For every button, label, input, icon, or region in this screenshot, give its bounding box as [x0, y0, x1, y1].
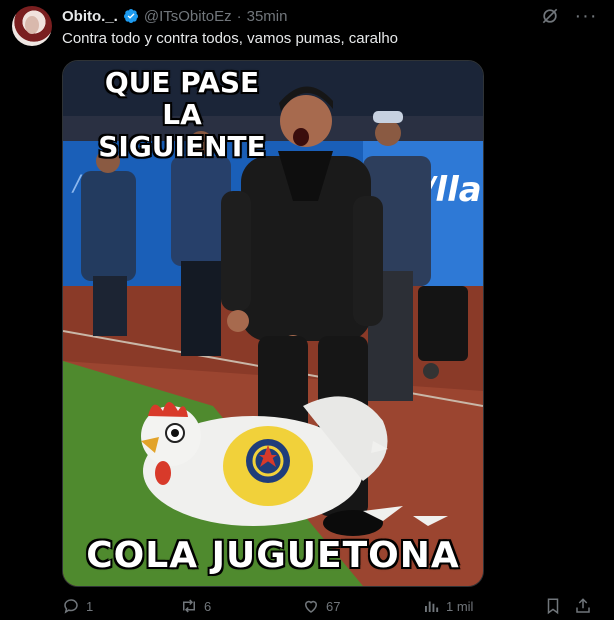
grok-icon[interactable]	[540, 6, 560, 26]
views-button[interactable]: 1 mil	[422, 597, 473, 615]
like-count: 67	[326, 598, 341, 614]
meme-caption-top-line1: QUE PASE	[104, 66, 260, 99]
meme-caption-bottom: COLA JUGUETONA	[86, 535, 460, 576]
bookmark-icon	[547, 598, 559, 615]
repost-button[interactable]: 6	[180, 597, 211, 615]
views-icon	[425, 601, 439, 612]
top-actions: ···	[540, 6, 597, 26]
separator-dot: ·	[236, 7, 242, 25]
share-button[interactable]	[574, 597, 592, 615]
like-button[interactable]: 67	[302, 597, 340, 615]
bookmark-button[interactable]	[544, 597, 562, 615]
meme-caption-top-line2: LA SIGUIENTE	[98, 98, 266, 163]
share-icon	[576, 598, 590, 613]
repost-icon	[183, 599, 195, 613]
heart-icon	[304, 600, 318, 613]
tweet-header: Obito._. @ITsObitoEz · 35min	[62, 6, 287, 26]
author-name[interactable]: Obito._.	[62, 8, 118, 25]
avatar[interactable]	[12, 6, 52, 46]
reply-icon	[64, 599, 78, 614]
tweet: Obito._. @ITsObitoEz · 35min ··· Contra …	[0, 0, 614, 620]
reply-count: 1	[86, 598, 94, 614]
views-count: 1 mil	[446, 598, 474, 614]
verified-badge-icon	[123, 9, 138, 23]
more-icon[interactable]: ···	[575, 6, 597, 26]
reply-button[interactable]: 1	[62, 597, 93, 615]
meme-caption-top: QUE PASE LA SIGUIENTE	[77, 67, 287, 163]
timestamp[interactable]: 35min	[247, 8, 288, 25]
tweet-text: Contra todo y contra todos, vamos pumas,…	[62, 30, 399, 47]
author-handle[interactable]: @ITsObitoEz	[144, 8, 232, 25]
tweet-media[interactable]: /lla /lla	[62, 60, 484, 587]
repost-count: 6	[204, 598, 212, 614]
action-bar: 1 6 67 1 mil	[62, 596, 598, 616]
